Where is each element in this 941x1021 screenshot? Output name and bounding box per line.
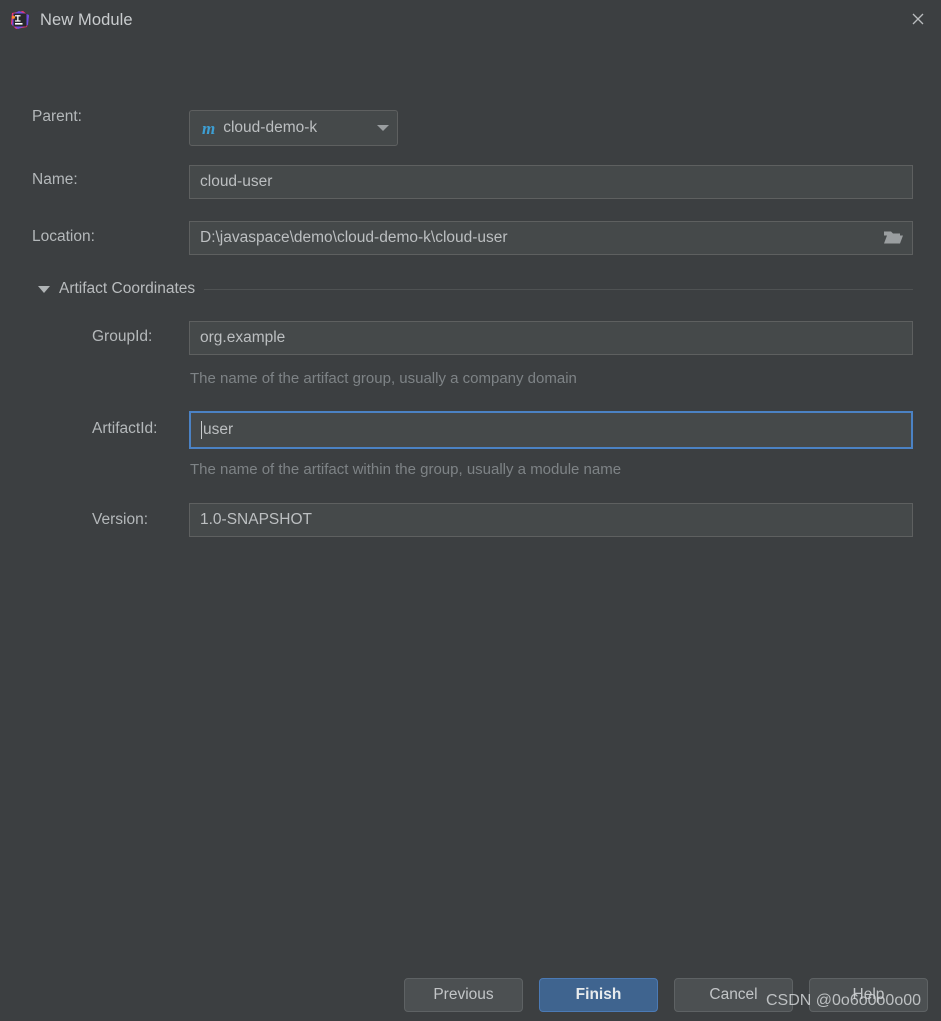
help-button[interactable]: Help (809, 978, 928, 1012)
version-row: Version: (92, 511, 148, 529)
triangle-down-icon (38, 285, 50, 293)
version-value: 1.0-SNAPSHOT (200, 511, 312, 528)
name-value: cloud-user (200, 173, 273, 190)
previous-button[interactable]: Previous (404, 978, 523, 1012)
title-bar: New Module (0, 0, 941, 40)
name-row: Name: (32, 171, 189, 189)
window-title: New Module (40, 10, 133, 29)
artifactid-hint: The name of the artifact within the grou… (190, 461, 622, 478)
name-input[interactable]: cloud-user (189, 165, 913, 199)
artifactid-row: ArtifactId: (92, 420, 157, 438)
version-input[interactable]: 1.0-SNAPSHOT (189, 503, 913, 537)
parent-label: Parent: (32, 108, 82, 125)
cancel-button[interactable]: Cancel (674, 978, 793, 1012)
location-value: D:\javaspace\demo\cloud-demo-k\cloud-use… (200, 229, 508, 246)
groupid-label: GroupId: (92, 328, 153, 345)
parent-row: Parent: (32, 108, 189, 126)
chevron-down-icon (377, 125, 389, 131)
groupid-row: GroupId: (92, 328, 152, 346)
name-label: Name: (32, 171, 78, 188)
groupid-value: org.example (200, 329, 286, 346)
location-input[interactable]: D:\javaspace\demo\cloud-demo-k\cloud-use… (189, 221, 913, 255)
groupid-hint: The name of the artifact group, usually … (190, 370, 577, 387)
location-label: Location: (32, 228, 95, 245)
artifact-coordinates-title: Artifact Coordinates (59, 280, 196, 297)
text-caret (201, 421, 202, 439)
version-label: Version: (92, 511, 149, 528)
artifactid-label: ArtifactId: (92, 420, 158, 437)
intellij-idea-icon (10, 10, 30, 30)
location-row: Location: (32, 228, 189, 246)
dialog-button-bar: Previous Finish Cancel Help (0, 961, 941, 1021)
artifactid-value: user (203, 421, 234, 438)
folder-icon[interactable] (883, 230, 904, 247)
artifact-coordinates-section-header[interactable]: Artifact Coordinates (38, 280, 913, 298)
finish-button[interactable]: Finish (539, 978, 658, 1012)
artifactid-input[interactable]: user (189, 411, 913, 449)
parent-combobox[interactable]: m cloud-demo-k (189, 110, 398, 146)
parent-value: cloud-demo-k (223, 119, 318, 136)
section-divider (204, 288, 913, 290)
close-icon[interactable] (895, 0, 941, 38)
groupid-input[interactable]: org.example (189, 321, 913, 355)
maven-icon: m (202, 118, 216, 138)
